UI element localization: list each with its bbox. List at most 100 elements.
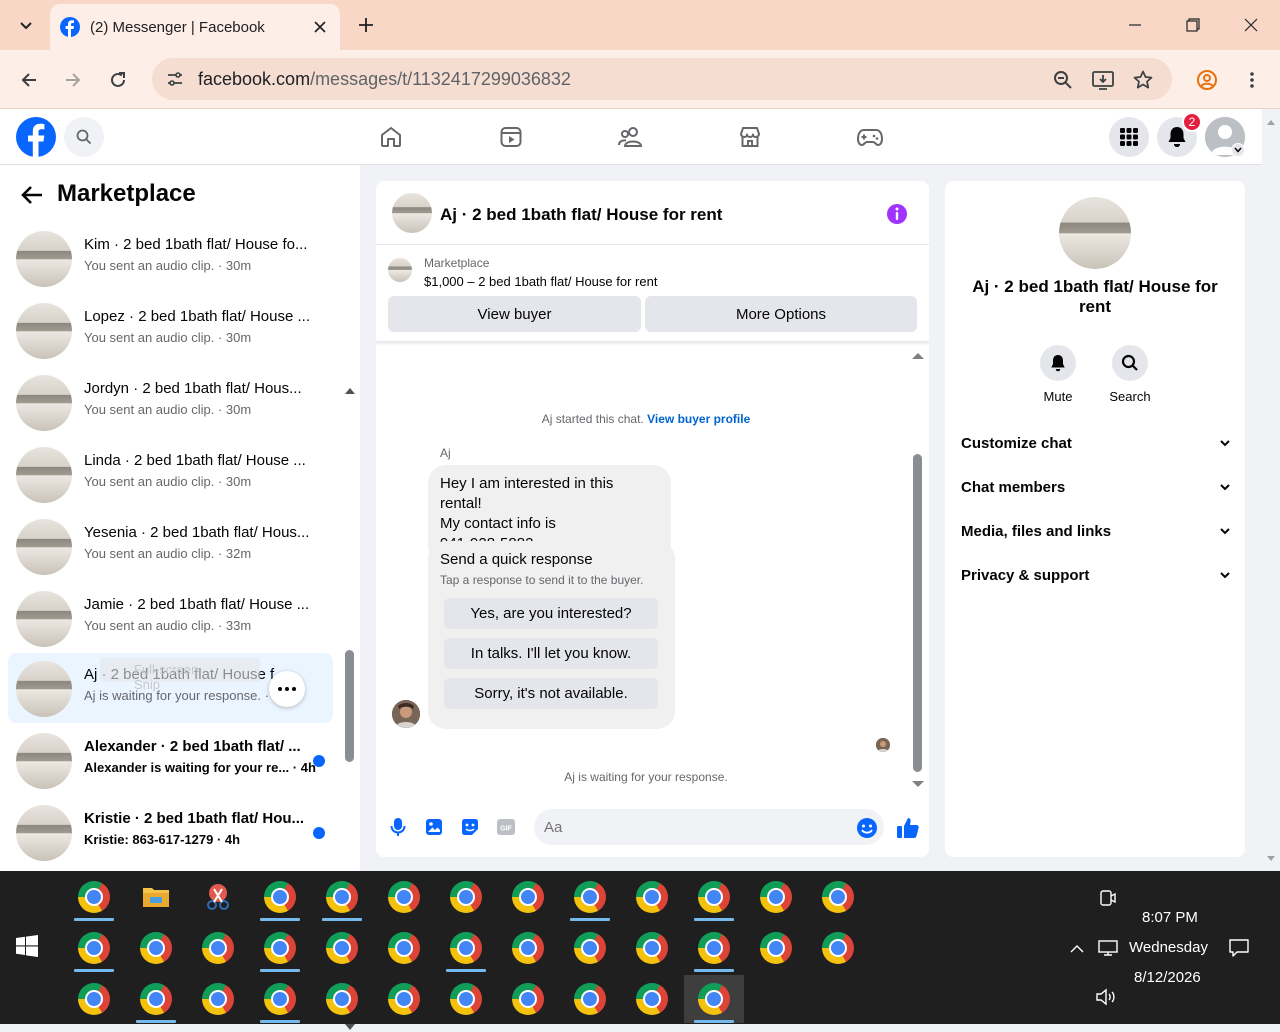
taskbar-chrome-window[interactable] (316, 873, 368, 921)
listing-thumbnail[interactable] (392, 193, 432, 233)
taskbar-chrome-window[interactable] (750, 873, 802, 921)
start-button[interactable] (16, 935, 42, 961)
conversation-item[interactable]: Linda · 2 bed 1bath flat/ House ... You … (8, 439, 333, 509)
close-window-button[interactable] (1222, 0, 1280, 50)
browser-tab[interactable]: (2) Messenger | Facebook (50, 4, 340, 50)
taskbar-chrome-window[interactable] (502, 873, 554, 921)
listing-photo[interactable] (1059, 197, 1131, 269)
tab-close-button[interactable] (306, 13, 334, 41)
customize-chat-row[interactable]: Customize chat (961, 423, 1231, 463)
taskbar-chrome-window[interactable] (254, 975, 306, 1023)
mute-action[interactable]: Mute (1023, 345, 1093, 404)
taskbar-chrome-window[interactable] (316, 975, 368, 1023)
taskbar-chrome-window[interactable] (502, 975, 554, 1023)
chat-members-row[interactable]: Chat members (961, 467, 1231, 507)
chat-title[interactable]: Aj · 2 bed 1bath flat/ House for rent (440, 205, 722, 225)
taskbar-chrome-window[interactable] (68, 975, 120, 1023)
show-hidden-icons-button[interactable] (1066, 938, 1088, 960)
conversation-item[interactable]: Kim · 2 bed 1bath flat/ House fo... You … (8, 223, 333, 293)
conversation-item[interactable]: Yesenia · 2 bed 1bath flat/ Hous... You … (8, 511, 333, 581)
view-buyer-button[interactable]: View buyer (388, 296, 641, 332)
taskbar-chrome-window[interactable] (130, 975, 182, 1023)
minimize-button[interactable] (1106, 0, 1164, 50)
chat-list-scroll-thumb[interactable] (345, 650, 354, 762)
restore-button[interactable] (1164, 0, 1222, 50)
browser-menu-button[interactable] (1236, 64, 1268, 96)
taskbar-chrome-window[interactable] (378, 975, 430, 1023)
taskbar-chrome-window[interactable] (750, 924, 802, 972)
media-files-links-row[interactable]: Media, files and links (961, 511, 1231, 551)
taskbar-chrome-window[interactable] (192, 924, 244, 972)
emoji-button[interactable] (856, 817, 878, 839)
quick-response-option[interactable]: In talks. I'll let you know. (444, 638, 658, 669)
tab-search-button[interactable] (8, 8, 44, 44)
nav-video-tab[interactable] (487, 113, 535, 161)
nav-gaming-tab[interactable] (846, 113, 894, 161)
taskbar-chrome-window[interactable] (564, 873, 616, 921)
bookmark-button[interactable] (1130, 67, 1156, 93)
taskbar-chrome-window[interactable] (440, 975, 492, 1023)
nav-marketplace-tab[interactable] (726, 113, 774, 161)
back-button[interactable] (18, 181, 46, 209)
conversation-item[interactable]: Lopez · 2 bed 1bath flat/ House ... You … (8, 295, 333, 365)
taskbar-chrome-window[interactable] (502, 924, 554, 972)
zoom-button[interactable] (1050, 67, 1076, 93)
taskbar-chrome-window[interactable] (812, 924, 864, 972)
quick-response-option[interactable]: Yes, are you interested? (444, 598, 658, 629)
taskbar-snipping-tool[interactable] (192, 873, 244, 921)
taskbar-chrome-window[interactable] (68, 873, 120, 921)
facebook-search-button[interactable] (64, 117, 104, 157)
taskbar-chrome-window[interactable] (626, 975, 678, 1023)
meet-now-button[interactable] (1097, 887, 1119, 909)
new-tab-button[interactable] (352, 11, 380, 39)
nav-home-tab[interactable] (367, 113, 415, 161)
search-action[interactable]: Search (1095, 345, 1165, 404)
search-in-conversation-button[interactable] (1112, 345, 1148, 381)
privacy-support-row[interactable]: Privacy & support (961, 555, 1231, 595)
more-options-button[interactable]: More Options (645, 296, 917, 332)
message-input[interactable] (534, 809, 884, 845)
clock-time[interactable]: 8:07 PM (1142, 909, 1198, 926)
volume-button[interactable] (1095, 986, 1117, 1008)
taskbar-chrome-window[interactable] (378, 924, 430, 972)
reload-button[interactable] (102, 64, 134, 96)
taskbar-chrome-window[interactable] (626, 924, 678, 972)
address-bar[interactable]: facebook.com/messages/t/1132417299036832 (152, 58, 1172, 100)
clock-date[interactable]: 8/12/2026 (1134, 969, 1201, 986)
view-buyer-profile-link[interactable]: View buyer profile (647, 412, 750, 426)
taskbar-chrome-window[interactable] (68, 924, 120, 972)
nav-friends-tab[interactable] (607, 113, 655, 161)
taskbar-chrome-window[interactable] (688, 924, 740, 972)
clock-day[interactable]: Wednesday (1129, 939, 1208, 956)
mute-button[interactable] (1040, 345, 1076, 381)
taskbar-chrome-window[interactable] (688, 873, 740, 921)
sender-avatar[interactable] (392, 700, 420, 728)
taskbar-chrome-window[interactable] (130, 924, 182, 972)
taskbar-chrome-window[interactable] (378, 873, 430, 921)
taskbar-chrome-window[interactable] (254, 873, 306, 921)
message-list-scroll-thumb[interactable] (913, 454, 922, 772)
conversation-item[interactable]: Jamie · 2 bed 1bath flat/ House ... You … (8, 583, 333, 653)
taskbar-file-explorer[interactable] (130, 873, 182, 921)
profile-button[interactable] (1191, 64, 1223, 96)
conversation-options-button[interactable] (269, 671, 305, 707)
taskbar-chrome-window-active[interactable] (684, 975, 744, 1023)
taskbar-chrome-window[interactable] (316, 924, 368, 972)
send-like-button[interactable] (896, 816, 920, 840)
attach-photo-button[interactable] (423, 816, 445, 838)
conversation-item[interactable]: Alexander · 2 bed 1bath flat/ ... Alexan… (8, 725, 333, 795)
taskbar-chrome-window[interactable] (440, 924, 492, 972)
taskbar-chrome-window[interactable] (254, 924, 306, 972)
taskbar-chrome-window[interactable] (192, 975, 244, 1023)
network-button[interactable] (1097, 937, 1119, 959)
taskbar-chrome-window[interactable] (564, 975, 616, 1023)
voice-clip-button[interactable] (387, 816, 409, 838)
quick-response-option[interactable]: Sorry, it's not available. (444, 678, 658, 709)
gif-button[interactable]: GIF (495, 816, 517, 838)
taskbar-chrome-window[interactable] (812, 873, 864, 921)
taskbar-chrome-window[interactable] (626, 873, 678, 921)
site-info-button[interactable] (162, 66, 188, 92)
sticker-button[interactable] (459, 816, 481, 838)
action-center-button[interactable] (1228, 937, 1250, 959)
page-scrollbar[interactable] (1262, 109, 1280, 871)
